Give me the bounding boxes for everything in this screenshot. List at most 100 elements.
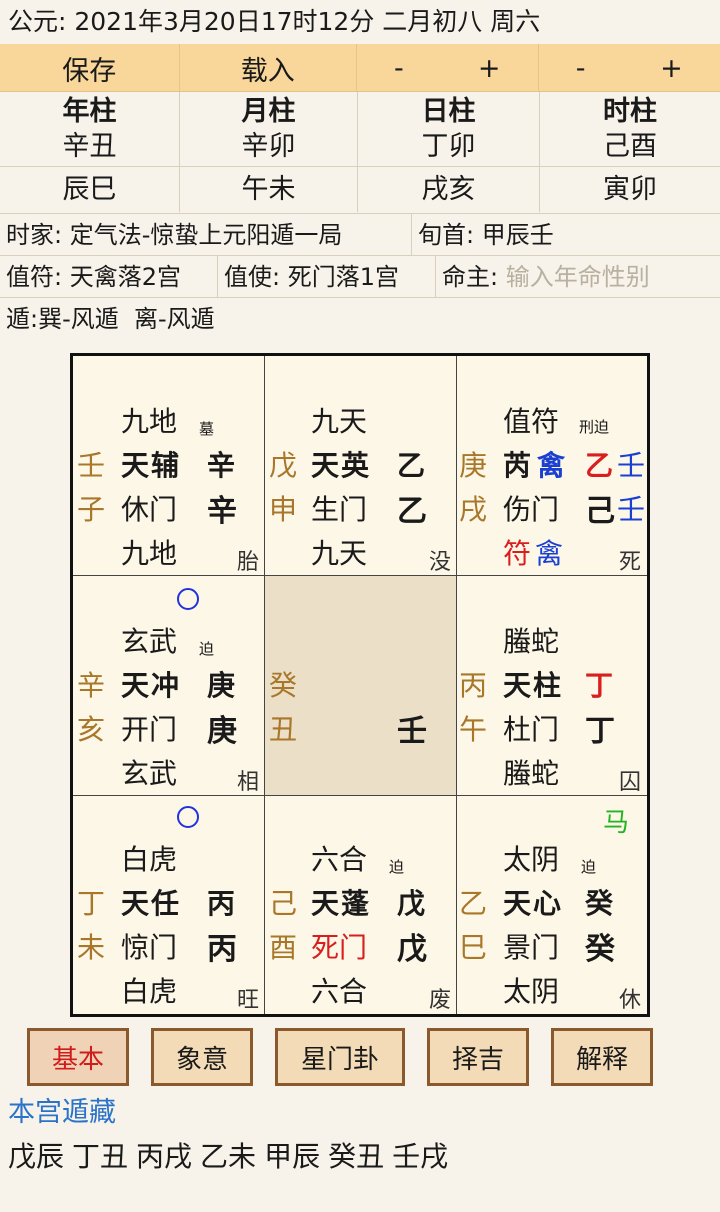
palace-gen[interactable]: 丁 未 白虎 天任 丙 惊门 丙 白虎 旺 <box>73 796 265 1014</box>
mingzhu-input[interactable]: 输入年命性别 <box>506 263 650 291</box>
palace-note: 迫 <box>389 858 405 876</box>
palace-li[interactable]: 戊 申 九天 天英 乙 生门 乙 九天 没 <box>265 356 457 576</box>
palace-branch: 丑 <box>269 713 298 746</box>
pillar-month: 月柱 辛卯 午未 <box>180 92 358 212</box>
mingzhu-field[interactable]: 命主: 输入年命性别 <box>436 256 720 297</box>
zhifu-text: 值符: 天禽落2宫 <box>0 256 218 297</box>
palace-bottom-god: 白虎 <box>121 975 178 1008</box>
palace-bottom-god: 太阴 <box>503 975 560 1008</box>
pillar-head: 月柱 <box>241 96 296 127</box>
palace-state: 死 <box>619 550 642 575</box>
palace-kun[interactable]: 庚 戌 值符 刑迫 芮 禽 乙 壬 伤门 己 壬 符 禽 死 <box>457 356 647 576</box>
palace-god: 值符 <box>503 405 560 438</box>
palace-earth-stem: 壬 <box>77 449 106 482</box>
palace-star-stem-jiayin: 壬 <box>617 449 646 482</box>
list-item: 丁丑 <box>72 1140 129 1173</box>
pillar-head: 日柱 <box>421 96 476 127</box>
palace-door-stem: 辛 <box>207 494 237 529</box>
pillar-ganzhi: 辛卯 <box>241 131 296 162</box>
mingzhu-label: 命主: <box>442 263 499 291</box>
palace-state: 相 <box>237 770 260 795</box>
pillar-head: 年柱 <box>62 96 117 127</box>
palace-door: 杜门 <box>503 713 560 746</box>
tab-star-door-gua-button[interactable]: 星门卦 <box>275 1028 405 1086</box>
qimen-board: 壬 子 九地 墓 天辅 辛 休门 辛 九地 胎 戊 申 九天 天英 乙 生门 乙… <box>70 353 650 1017</box>
kongwang-circle-icon <box>177 588 199 610</box>
list-item: 壬戌 <box>392 1140 449 1173</box>
palace-kan[interactable]: 己 酉 六合 迫 天蓬 戊 死门 戊 六合 废 <box>265 796 457 1014</box>
dun-text: 遁:巽-风遁 离-风遁 <box>6 305 215 333</box>
palace-door-stem: 丙 <box>207 932 237 967</box>
palace-star-stem: 戊 <box>397 887 428 920</box>
palace-star: 天英 <box>311 449 372 482</box>
palace-state: 胎 <box>237 550 260 575</box>
palace-branch: 午 <box>459 713 488 746</box>
palace-qian[interactable]: 马 乙 巳 太阴 迫 天心 癸 景门 癸 太阴 休 <box>457 796 647 1014</box>
palace-star: 天任 <box>121 887 182 920</box>
kongwang-circle-icon <box>177 806 199 828</box>
hour-minus-button[interactable]: - <box>562 53 600 84</box>
tab-meaning-button[interactable]: 象意 <box>151 1028 253 1086</box>
palace-note: 刑迫 <box>579 418 610 436</box>
palace-center-stem: 壬 <box>397 714 427 749</box>
palace-bottom-jiayin: 禽 <box>535 537 564 570</box>
pillar-ganzhi: 辛丑 <box>62 131 117 162</box>
palace-state: 没 <box>429 550 452 575</box>
palace-bottom-god: 六合 <box>311 975 368 1008</box>
palace-center[interactable]: 癸 丑 壬 <box>265 576 457 796</box>
hour-plus-button[interactable]: + <box>646 53 697 84</box>
pillar-ganzhi: 己酉 <box>603 131 657 162</box>
palace-earth-stem: 丁 <box>77 887 106 920</box>
toolbar: 保存 载入 - + - + <box>0 44 720 92</box>
list-item: 乙未 <box>200 1140 257 1173</box>
palace-zhen[interactable]: 辛 亥 玄武 迫 天冲 庚 开门 庚 玄武 相 <box>73 576 265 796</box>
palace-earth-stem: 辛 <box>77 669 106 702</box>
hidden-stems-list: 戊辰 丁丑 丙戌 乙未 甲辰 癸丑 壬戌 <box>8 1135 456 1175</box>
palace-door-stem-jiayin: 壬 <box>617 493 646 526</box>
palace-branch: 申 <box>269 493 298 526</box>
palace-note: 墓 <box>199 420 215 438</box>
palace-star-stem: 癸 <box>585 887 616 920</box>
palace-star: 天蓬 <box>311 887 372 920</box>
hidden-section-title: 本宫遁藏 <box>8 1097 116 1128</box>
info-row-zhifu: 值符: 天禽落2宫 值使: 死门落1宫 命主: 输入年命性别 <box>0 255 720 297</box>
palace-earth-stem: 乙 <box>459 887 488 920</box>
palace-bottom-god: 螣蛇 <box>503 757 560 790</box>
palace-state: 囚 <box>619 770 642 795</box>
pillar-kongwang: 寅卯 <box>540 166 720 212</box>
palace-door: 惊门 <box>121 931 178 964</box>
palace-star: 天辅 <box>121 449 182 482</box>
palace-door-stem: 癸 <box>585 932 615 967</box>
tab-basic-button[interactable]: 基本 <box>27 1028 129 1086</box>
day-plus-button[interactable]: + <box>464 53 515 84</box>
palace-god: 玄武 <box>121 625 178 658</box>
day-stepper: - + <box>357 44 539 92</box>
palace-note: 迫 <box>581 858 597 876</box>
palace-star: 天心 <box>503 887 564 920</box>
palace-god: 九天 <box>311 405 368 438</box>
tab-zeji-button[interactable]: 择吉 <box>427 1028 529 1086</box>
palace-xun[interactable]: 壬 子 九地 墓 天辅 辛 休门 辛 九地 胎 <box>73 356 265 576</box>
palace-door: 景门 <box>503 931 560 964</box>
palace-star-stem: 乙 <box>585 449 616 482</box>
palace-dui[interactable]: 丙 午 螣蛇 天柱 丁 杜门 丁 螣蛇 囚 <box>457 576 647 796</box>
bottom-button-row: 基本 象意 星门卦 择吉 解释 <box>0 1028 720 1088</box>
hour-stepper: - + <box>539 44 720 92</box>
horse-marker: 马 <box>603 808 630 838</box>
xunshou-text: 旬首: 甲辰壬 <box>418 221 554 249</box>
list-item: 戊辰 <box>8 1140 65 1173</box>
palace-state: 废 <box>429 988 452 1013</box>
palace-branch: 戌 <box>459 493 488 526</box>
palace-star-stem: 丁 <box>585 669 616 702</box>
day-minus-button[interactable]: - <box>380 53 418 84</box>
palace-god: 九地 <box>121 405 178 438</box>
palace-branch: 酉 <box>269 931 298 964</box>
tab-explain-button[interactable]: 解释 <box>551 1028 653 1086</box>
palace-star-stem: 乙 <box>397 449 428 482</box>
palace-earth-stem: 丙 <box>459 669 488 702</box>
palace-door: 死门 <box>311 931 368 964</box>
palace-earth-stem: 癸 <box>269 669 298 702</box>
load-button[interactable]: 载入 <box>180 44 357 92</box>
palace-star: 芮 <box>503 449 534 482</box>
save-button[interactable]: 保存 <box>0 44 180 92</box>
